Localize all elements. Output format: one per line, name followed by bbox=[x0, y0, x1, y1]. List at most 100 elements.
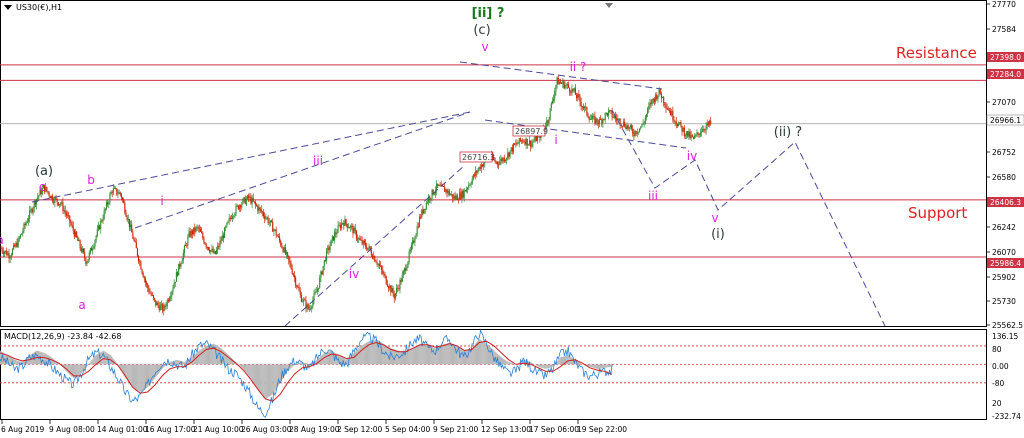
candle bbox=[56, 198, 58, 207]
candle-body bbox=[348, 227, 351, 229]
time-tick-label: 17 Sep 06:00 bbox=[529, 425, 579, 434]
candle-body bbox=[303, 299, 305, 302]
candle bbox=[1, 246, 3, 254]
candle-body bbox=[22, 231, 24, 234]
candle-body bbox=[692, 136, 695, 139]
candle bbox=[504, 159, 507, 163]
candle bbox=[457, 197, 460, 204]
candle-body bbox=[224, 227, 226, 238]
trend-line-6 bbox=[611, 109, 886, 327]
candle bbox=[271, 219, 273, 223]
candle bbox=[461, 189, 463, 204]
candle bbox=[238, 204, 241, 213]
candle bbox=[610, 110, 612, 115]
candle bbox=[600, 115, 602, 120]
candle-body bbox=[73, 230, 75, 237]
candle-body bbox=[332, 236, 335, 241]
macd-signal-line bbox=[0, 340, 613, 402]
candle-body bbox=[598, 119, 601, 124]
candle-body bbox=[613, 116, 615, 118]
candle bbox=[301, 298, 304, 303]
candle bbox=[209, 247, 211, 254]
candle-body bbox=[17, 238, 19, 247]
candle-body bbox=[30, 209, 32, 211]
time-tick-label: 19 Sep 22:00 bbox=[577, 425, 627, 434]
candle-body bbox=[575, 94, 578, 98]
candle-body bbox=[651, 98, 653, 104]
candle-body bbox=[451, 194, 453, 195]
candle-body bbox=[238, 205, 241, 210]
candle-body bbox=[526, 138, 528, 146]
wave-label: b bbox=[87, 173, 95, 187]
candle bbox=[283, 244, 285, 253]
candle bbox=[149, 288, 151, 294]
candle-body bbox=[283, 247, 285, 253]
candle-body bbox=[149, 292, 151, 294]
time-tick-label: 9 Sep 21:00 bbox=[433, 425, 479, 434]
candle bbox=[414, 235, 416, 247]
candle-body bbox=[557, 77, 559, 85]
candle-body bbox=[47, 191, 49, 193]
candle bbox=[201, 227, 203, 234]
candle-body bbox=[177, 272, 179, 276]
candle bbox=[228, 214, 230, 225]
candle-body bbox=[498, 164, 500, 165]
candle-body bbox=[463, 190, 465, 198]
time-tick-label: 9 Aug 08:00 bbox=[49, 425, 95, 434]
candle-body bbox=[52, 195, 54, 202]
candle-body bbox=[534, 136, 536, 141]
candle bbox=[652, 98, 654, 104]
candle-body bbox=[417, 226, 419, 228]
candle-body bbox=[337, 225, 339, 233]
chart-shift-icon[interactable] bbox=[605, 3, 613, 8]
candle bbox=[268, 217, 270, 227]
candle-body bbox=[520, 140, 523, 142]
candle bbox=[533, 136, 535, 143]
candle bbox=[318, 287, 320, 293]
candle-body bbox=[475, 170, 477, 176]
candle-body bbox=[559, 81, 562, 83]
candle bbox=[196, 224, 198, 232]
candle-body bbox=[287, 252, 289, 256]
candle-body bbox=[426, 202, 429, 204]
candle bbox=[235, 203, 237, 217]
candle bbox=[139, 259, 141, 267]
candle-body bbox=[680, 121, 682, 126]
candle-body bbox=[27, 218, 30, 222]
candle bbox=[282, 246, 284, 254]
candle-body bbox=[381, 266, 383, 270]
candle-body bbox=[621, 125, 623, 127]
candle-body bbox=[318, 287, 320, 290]
candle bbox=[456, 193, 458, 200]
candle-body bbox=[115, 188, 117, 189]
candle bbox=[401, 270, 403, 283]
candle bbox=[697, 131, 699, 138]
candle bbox=[443, 185, 445, 188]
candle-body bbox=[394, 293, 396, 299]
candle-body bbox=[198, 228, 200, 230]
candle-body bbox=[102, 218, 104, 222]
candle-body bbox=[101, 220, 103, 222]
candle bbox=[303, 297, 305, 307]
candle bbox=[18, 235, 20, 242]
candle bbox=[590, 114, 593, 120]
candle-body bbox=[291, 268, 293, 274]
candle bbox=[522, 138, 524, 144]
candle bbox=[402, 269, 404, 278]
candle bbox=[647, 106, 649, 117]
candle bbox=[621, 125, 623, 130]
candle bbox=[589, 114, 591, 121]
price-tag: 26897.9 bbox=[512, 125, 548, 137]
candle-body bbox=[339, 225, 341, 229]
candle bbox=[101, 219, 103, 223]
candle bbox=[618, 117, 620, 122]
time-tick-label: 5 Sep 04:00 bbox=[385, 425, 431, 434]
candle-body bbox=[628, 127, 630, 129]
candle-body bbox=[261, 211, 263, 213]
candle-body bbox=[404, 268, 406, 272]
candle-body bbox=[384, 274, 386, 277]
candle-body bbox=[240, 205, 242, 208]
candle bbox=[604, 112, 606, 124]
candle-body bbox=[533, 140, 535, 142]
candle-body bbox=[21, 233, 23, 235]
